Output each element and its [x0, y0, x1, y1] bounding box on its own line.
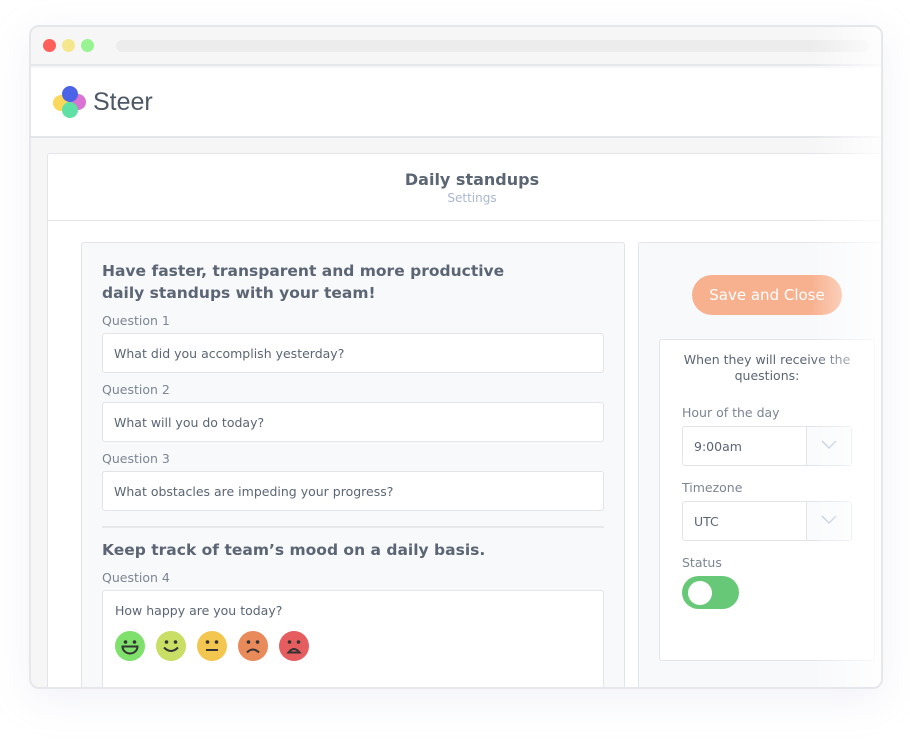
- browser-titlebar: [31, 27, 881, 66]
- question-1-input[interactable]: [102, 333, 604, 373]
- steer-logo-icon: [53, 86, 87, 120]
- status-label: Status: [682, 555, 722, 570]
- section-divider: [102, 526, 604, 528]
- brand-name: Steer: [93, 88, 153, 116]
- hour-select[interactable]: 9:00am: [682, 426, 852, 466]
- timezone-label: Timezone: [682, 480, 743, 495]
- questions-intro: Have faster, transparent and more produc…: [102, 262, 505, 302]
- mood-faces: [115, 631, 591, 661]
- very-sad-face-icon[interactable]: [279, 631, 309, 661]
- schedule-panel: Save and Close When they will receive th…: [638, 242, 881, 687]
- hour-value: 9:00am: [694, 439, 742, 454]
- question-1-label: Question 1: [102, 313, 170, 328]
- page-subtitle: Settings: [447, 191, 497, 205]
- schedule-title: When they will receive the questions:: [683, 352, 851, 383]
- close-window-button[interactable]: [43, 39, 56, 52]
- timezone-value: UTC: [694, 514, 719, 529]
- sad-face-icon[interactable]: [238, 631, 268, 661]
- question-2-label: Question 2: [102, 382, 170, 397]
- chevron-down-icon[interactable]: [806, 427, 851, 465]
- page-title: Daily standups: [404, 170, 540, 189]
- chevron-down-icon[interactable]: [806, 502, 851, 540]
- toggle-knob: [688, 581, 712, 605]
- maximize-window-button[interactable]: [81, 39, 94, 52]
- question-2-input[interactable]: [102, 402, 604, 442]
- neutral-face-icon[interactable]: [197, 631, 227, 661]
- minimize-window-button[interactable]: [62, 39, 75, 52]
- happy-face-icon[interactable]: [156, 631, 186, 661]
- question-3-input[interactable]: [102, 471, 604, 511]
- address-bar[interactable]: [116, 40, 869, 52]
- status-toggle[interactable]: [682, 576, 739, 609]
- hour-label: Hour of the day: [682, 405, 780, 420]
- mood-question-box: How happy are you today?: [102, 590, 604, 687]
- very-happy-face-icon[interactable]: [115, 631, 145, 661]
- app-header: Steer: [31, 68, 881, 138]
- browser-window: Steer Daily standups Settings Have faste…: [29, 25, 883, 689]
- save-and-close-button[interactable]: Save and Close: [692, 275, 842, 315]
- settings-card: Daily standups Settings Have faster, tra…: [47, 153, 881, 687]
- mood-section-title: Keep track of team’s mood on a daily bas…: [102, 541, 486, 559]
- questions-panel: Have faster, transparent and more produc…: [81, 242, 625, 687]
- question-3-label: Question 3: [102, 451, 170, 466]
- question-4-label: Question 4: [102, 570, 170, 585]
- schedule-box: When they will receive the questions: Ho…: [659, 339, 875, 661]
- timezone-select[interactable]: UTC: [682, 501, 852, 541]
- mood-question-text: How happy are you today?: [115, 603, 283, 618]
- card-header: Daily standups Settings: [48, 154, 881, 221]
